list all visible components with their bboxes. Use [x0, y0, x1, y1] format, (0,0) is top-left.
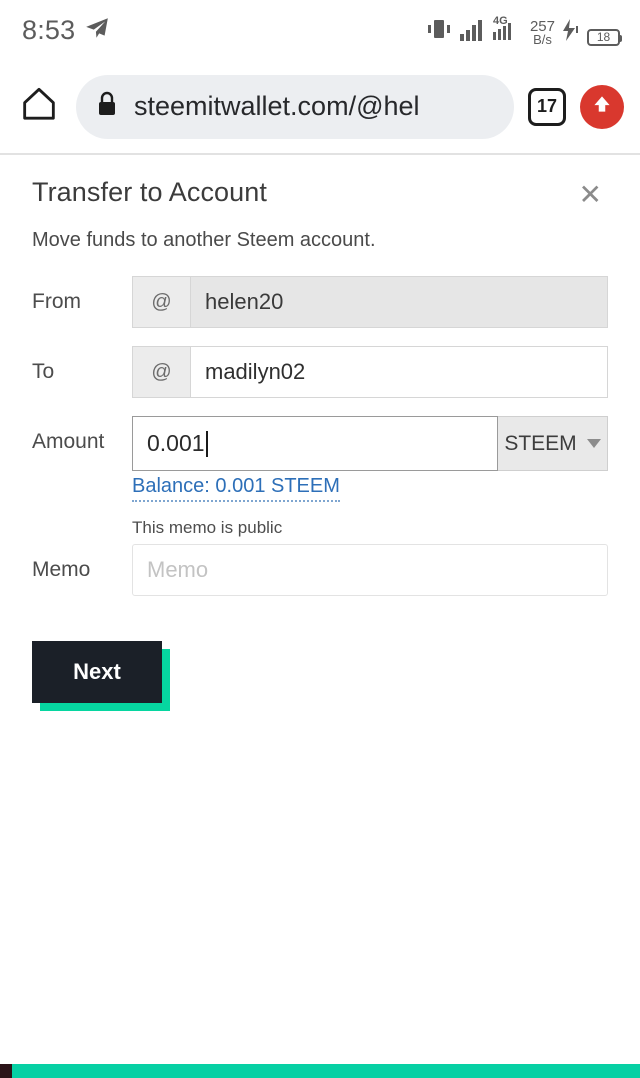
network-speed: 257 B/s	[529, 17, 555, 47]
upload-arrow-icon	[589, 91, 615, 122]
signal-bars-icon	[459, 19, 486, 46]
balance-row: Balance: 0.001 STEEM	[32, 475, 608, 502]
close-icon[interactable]: ✕	[559, 177, 608, 213]
paper-plane-icon	[84, 15, 110, 46]
amount-value: 0.001	[147, 430, 205, 456]
battery-indicator: 18	[587, 28, 622, 46]
svg-text:4G: 4G	[493, 15, 508, 27]
currency-select[interactable]: STEEM	[498, 416, 608, 471]
charging-bolt-icon	[562, 18, 580, 46]
amount-label: Amount	[32, 430, 105, 453]
dialog-header: Transfer to Account ✕	[32, 155, 608, 213]
home-button[interactable]	[16, 84, 62, 130]
to-row: To @	[32, 346, 608, 398]
page-title: Transfer to Account	[32, 177, 268, 207]
status-bar: 8:53 4G 257 B/s 18	[0, 0, 640, 60]
upload-button[interactable]	[580, 84, 624, 129]
balance-link[interactable]: Balance: 0.001 STEEM	[132, 475, 340, 502]
browser-toolbar: steemitwallet.com/@hel 17	[0, 60, 640, 155]
status-time: 8:53	[22, 14, 76, 45]
dialog-subtitle: Move funds to another Steem account.	[32, 229, 376, 251]
url-text: steemitwallet.com/@hel	[134, 91, 420, 121]
network-speed-value: 257	[529, 17, 555, 35]
amount-row: Amount 0.001 STEEM	[32, 416, 608, 471]
bottom-bar-nub	[0, 1064, 12, 1078]
lock-icon	[96, 91, 118, 122]
from-label: From	[32, 290, 81, 313]
text-cursor	[205, 430, 208, 457]
url-bar[interactable]: steemitwallet.com/@hel	[76, 74, 514, 139]
from-field-wrap: @	[132, 276, 608, 328]
tab-counter-button[interactable]: 17	[528, 87, 566, 126]
next-button[interactable]: Next	[32, 641, 162, 703]
tab-count: 17	[536, 96, 558, 116]
status-bar-right: 4G 257 B/s 18	[427, 15, 622, 47]
vibrate-icon	[427, 17, 453, 46]
chevron-down-icon	[586, 439, 601, 448]
memo-label: Memo	[32, 558, 91, 581]
from-row: From @	[32, 276, 608, 328]
home-icon	[19, 84, 59, 129]
next-button-shell: Next	[32, 641, 170, 711]
memo-note: This memo is public	[132, 518, 283, 537]
network-speed-unit: B/s	[533, 31, 552, 47]
amount-input[interactable]: 0.001	[132, 416, 498, 471]
memo-field-wrap	[132, 544, 608, 596]
at-symbol-icon-to: @	[132, 346, 190, 398]
memo-input[interactable]	[132, 544, 608, 596]
to-account-input[interactable]	[190, 346, 608, 398]
battery-level: 18	[596, 30, 611, 44]
transfer-dialog: Transfer to Account ✕ Move funds to anot…	[0, 155, 640, 711]
from-account-input	[190, 276, 608, 328]
at-symbol-icon-from: @	[132, 276, 190, 328]
transfer-form: From @ To @ Amount 0.001 STEEM	[32, 276, 608, 711]
currency-value: STEEM	[504, 431, 577, 455]
network-type-icon: 4G	[492, 15, 523, 46]
amount-field-wrap: 0.001 STEEM	[132, 416, 608, 471]
to-field-wrap: @	[132, 346, 608, 398]
to-label: To	[32, 360, 55, 383]
bottom-accent-bar	[0, 1064, 640, 1078]
status-bar-left: 8:53	[22, 15, 110, 46]
submit-area: Next	[32, 641, 608, 711]
memo-row: Memo	[32, 544, 608, 596]
